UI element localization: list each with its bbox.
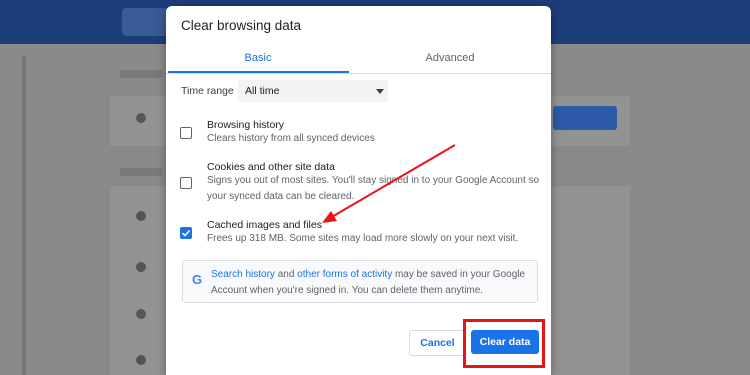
annotation-arrow-icon xyxy=(322,144,456,223)
